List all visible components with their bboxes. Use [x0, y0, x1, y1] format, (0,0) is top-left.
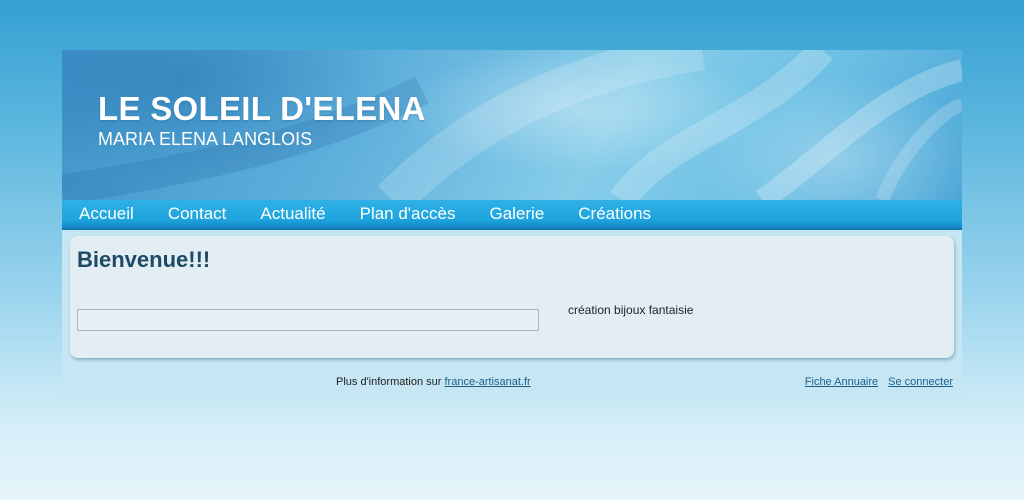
fiche-annuaire-link[interactable]: Fiche Annuaire [805, 376, 878, 388]
nav-item-actualite[interactable]: Actualité [260, 204, 325, 224]
login-link[interactable]: Se connecter [888, 376, 953, 388]
main-content-panel: Bienvenue!!! création bijoux fantaisie [70, 236, 954, 358]
nav-item-galerie[interactable]: Galerie [489, 204, 544, 224]
footer-info-text: Plus d'information sur [336, 376, 445, 388]
welcome-heading: Bienvenue!!! [77, 247, 211, 272]
nav-item-accueil[interactable]: Accueil [79, 204, 134, 224]
nav-item-contact[interactable]: Contact [168, 204, 227, 224]
nav-item-creations[interactable]: Créations [578, 204, 651, 224]
site-subtitle: MARIA ELENA LANGLOIS [98, 129, 313, 149]
page-container: LE SOLEIL D'ELENA MARIA ELENA LANGLOIS A… [62, 50, 962, 399]
site-title: LE SOLEIL D'ELENA [98, 90, 426, 127]
france-artisanat-link[interactable]: france-artisanat.fr [444, 376, 530, 388]
footer-links: Fiche Annuaire Se connecter [805, 376, 953, 388]
main-navigation: Accueil Contact Actualité Plan d'accès G… [62, 200, 962, 230]
business-description: création bijoux fantaisie [568, 303, 694, 317]
nav-item-plan-acces[interactable]: Plan d'accès [360, 204, 456, 224]
empty-input-box[interactable] [77, 309, 539, 331]
site-header: LE SOLEIL D'ELENA MARIA ELENA LANGLOIS [62, 50, 962, 200]
footer-info: Plus d'information sur france-artisanat.… [336, 376, 531, 388]
